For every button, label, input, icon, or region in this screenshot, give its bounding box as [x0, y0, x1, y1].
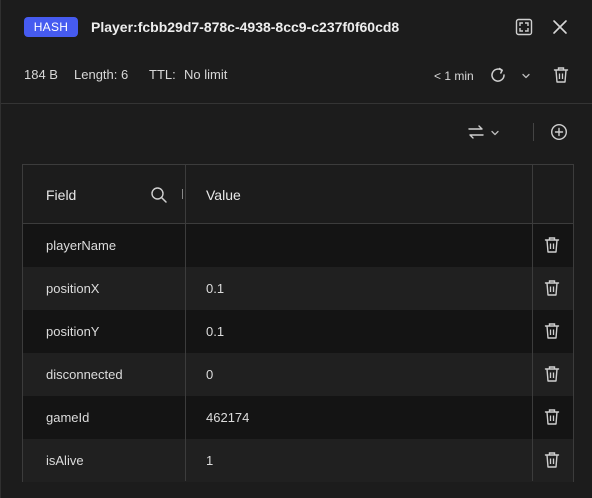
table-row[interactable]: gameId 462174 [23, 396, 573, 439]
column-divider [185, 165, 186, 481]
delete-field-button[interactable] [543, 279, 561, 297]
delete-field-button[interactable] [543, 322, 561, 340]
table-row[interactable]: positionY 0.1 [23, 310, 573, 353]
delete-field-button[interactable] [543, 365, 561, 383]
fullscreen-icon [515, 18, 533, 36]
trash-icon [553, 67, 569, 83]
field-value[interactable]: 0 [206, 366, 213, 383]
field-value[interactable]: 0.1 [206, 323, 224, 340]
table-rows: playerName positionX 0.1 positionY 0.1 d… [23, 224, 573, 482]
delete-field-button[interactable] [543, 408, 561, 426]
search-icon [151, 187, 167, 203]
plus-circle-icon [550, 123, 568, 141]
close-icon [553, 20, 567, 34]
key-details-panel: HASH Player:fcbb29d7-878c-4938-8cc9-c237… [0, 0, 592, 498]
search-field-button[interactable] [149, 185, 169, 205]
column-divider [532, 165, 533, 481]
table-row[interactable]: playerName [23, 224, 573, 267]
add-field-button[interactable] [549, 122, 569, 142]
last-refresh-time: < 1 min [434, 69, 474, 83]
view-format-dropdown[interactable] [488, 127, 502, 139]
auto-refresh-dropdown[interactable] [519, 69, 533, 83]
table-row[interactable]: positionX 0.1 [23, 267, 573, 310]
key-size: 184 B [24, 67, 58, 82]
field-name: positionY [46, 324, 100, 339]
delete-field-button[interactable] [543, 236, 561, 254]
trash-icon [544, 409, 560, 425]
trash-icon [544, 452, 560, 468]
close-button[interactable] [550, 17, 570, 37]
table-header: Field Value [23, 165, 573, 224]
delete-field-button[interactable] [543, 451, 561, 469]
swap-icon [468, 125, 484, 139]
table-row[interactable]: isAlive 1 [23, 439, 573, 482]
field-name: isAlive [46, 453, 84, 468]
fullscreen-button[interactable] [514, 17, 534, 37]
column-header-value: Value [206, 187, 241, 203]
table-row[interactable]: disconnected 0 [23, 353, 573, 396]
key-name[interactable]: Player:fcbb29d7-878c-4938-8cc9-c237f0f60… [91, 16, 399, 38]
trash-icon [544, 237, 560, 253]
chevron-down-icon [522, 73, 530, 79]
refresh-icon [491, 67, 505, 82]
ttl-value[interactable]: No limit [184, 67, 227, 83]
field-value[interactable]: 1 [206, 452, 213, 469]
key-meta-bar: 184 B Length: 6 TTL: No limit < 1 min [1, 54, 592, 104]
chevron-down-icon [491, 130, 499, 136]
ttl-label: TTL: [149, 67, 176, 82]
refresh-button[interactable] [488, 65, 508, 85]
key-type-badge: HASH [24, 17, 78, 37]
field-value[interactable]: 0.1 [206, 280, 224, 297]
view-format-button[interactable] [465, 122, 487, 142]
field-name: disconnected [46, 367, 123, 382]
key-length: Length: 6 [74, 67, 129, 82]
field-name: positionX [46, 281, 100, 296]
field-value[interactable]: 462174 [206, 409, 249, 426]
column-resize-handle[interactable] [182, 189, 183, 199]
field-name: gameId [46, 410, 90, 425]
toolbar-divider [533, 123, 534, 141]
hash-fields-table: Field Value playerName positionX 0.1 pos… [22, 164, 574, 482]
key-header: HASH Player:fcbb29d7-878c-4938-8cc9-c237… [1, 0, 592, 54]
delete-key-button[interactable] [551, 65, 571, 85]
column-header-field: Field [46, 187, 77, 203]
trash-icon [544, 280, 560, 296]
trash-icon [544, 323, 560, 339]
field-name: playerName [46, 238, 117, 253]
trash-icon [544, 366, 560, 382]
